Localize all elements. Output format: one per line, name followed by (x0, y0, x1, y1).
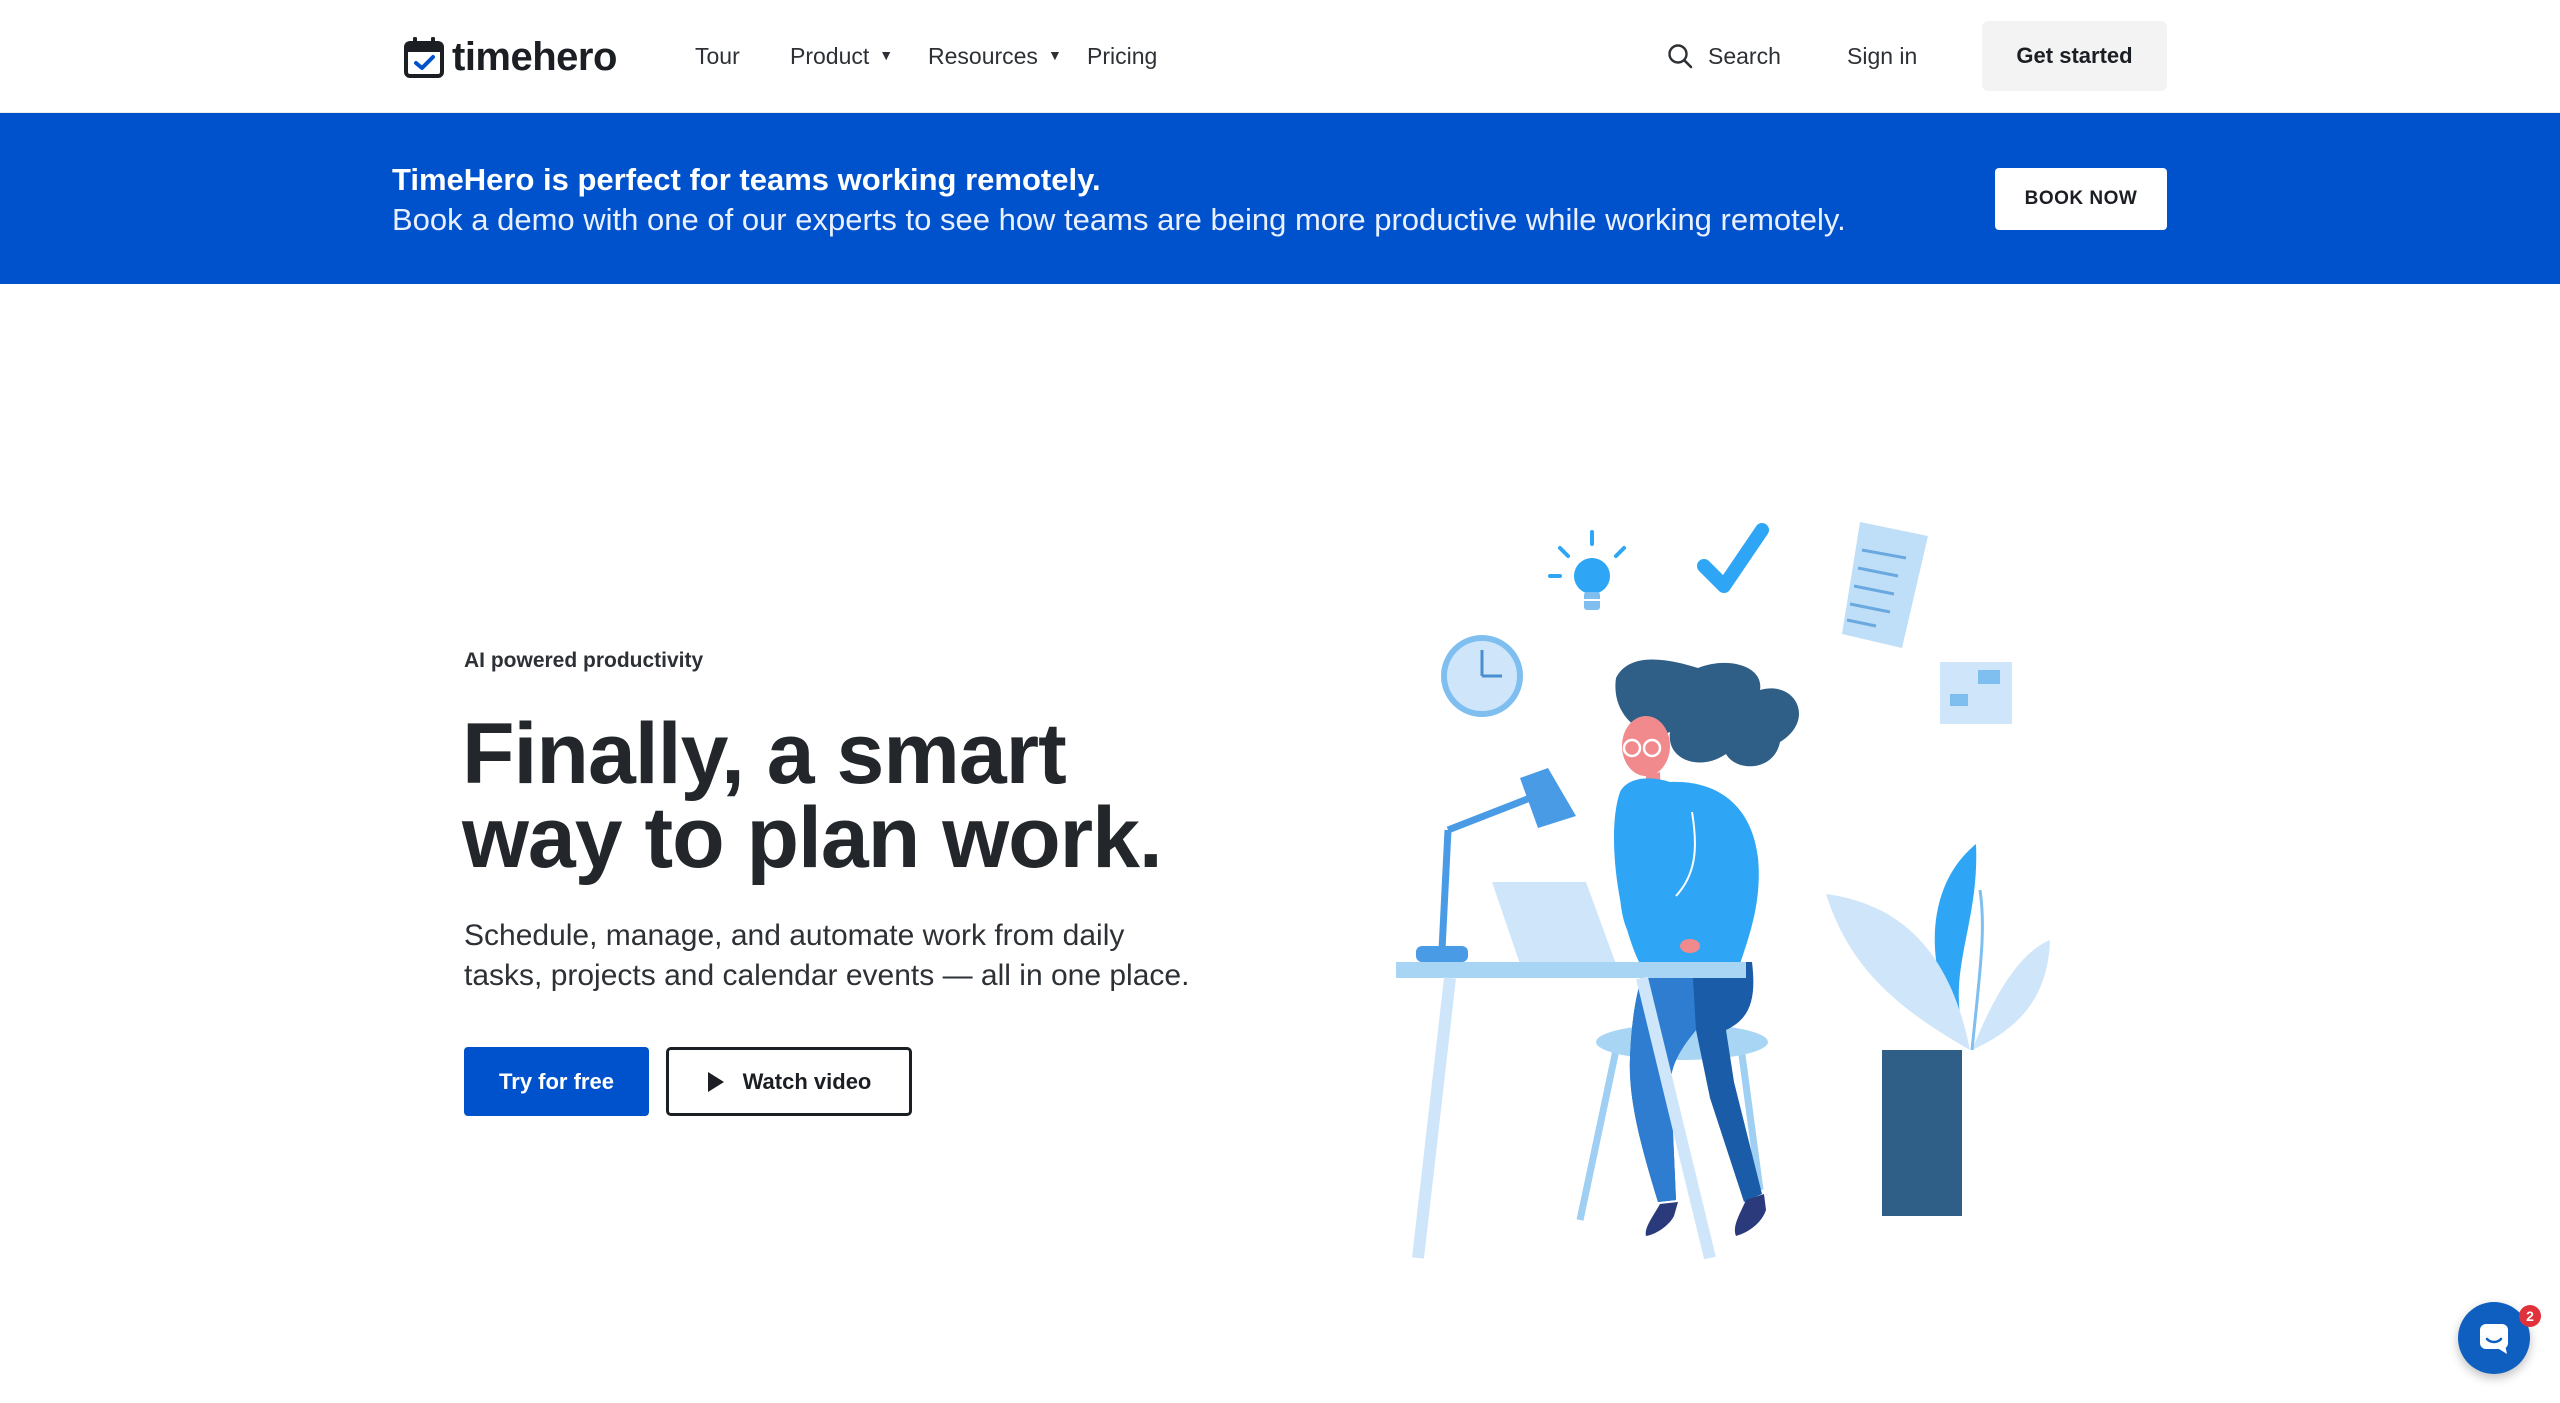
sign-in-link[interactable]: Sign in (1847, 40, 1917, 72)
potted-plant (1826, 844, 2050, 1216)
watch-video-button[interactable]: Watch video (666, 1047, 912, 1116)
nav-item-resources[interactable]: Resources ▼ (928, 40, 1062, 72)
chat-notification-badge: 2 (2519, 1305, 2541, 1327)
watch-video-label: Watch video (742, 1068, 872, 1094)
laptop (1492, 882, 1616, 964)
desk (1396, 962, 1746, 978)
caret-down-icon: ▼ (879, 47, 894, 63)
subtext-line: tasks, projects and calendar events — al… (464, 959, 1190, 992)
hero-headline: Finally, a smart way to plan work. (462, 706, 1222, 886)
logo-wordmark: timehero (452, 35, 617, 79)
nav-item-label: Tour (695, 43, 740, 69)
card-icon (1940, 662, 2012, 724)
nav-item-label: Pricing (1087, 43, 1158, 69)
banner-title: TimeHero is perfect for teams working re… (392, 162, 1101, 197)
nav-item-tour[interactable]: Tour (695, 40, 740, 72)
lightbulb-icon (1548, 530, 1626, 610)
chat-bubble-icon (2480, 1324, 2508, 1354)
headline-line: way to plan work. (462, 790, 1163, 886)
calendar-check-icon (404, 37, 444, 78)
banner-subtitle: Book a demo with one of our experts to s… (392, 202, 1846, 237)
nav-item-product[interactable]: Product ▼ (790, 40, 893, 72)
try-for-free-button[interactable]: Try for free (464, 1047, 649, 1116)
headline-line: Finally, a smart (462, 706, 1067, 802)
get-started-button[interactable]: Get started (1982, 21, 2167, 91)
top-navigation: timehero Tour Product ▼ Resources ▼ Pric… (0, 0, 2560, 113)
search-button[interactable]: Search (1666, 40, 1781, 72)
caret-down-icon: ▼ (1047, 47, 1062, 63)
nav-item-pricing[interactable]: Pricing (1087, 40, 1157, 72)
hero-subtext: Schedule, manage, and automate work from… (464, 916, 1204, 996)
timehero-logo[interactable]: timehero (404, 33, 617, 81)
woman-working-at-desk-illustration (1396, 522, 2050, 1260)
search-icon (1668, 44, 1693, 69)
play-icon (707, 1071, 724, 1092)
nav-item-label: Resources (928, 43, 1038, 69)
search-label: Search (1708, 43, 1781, 69)
hero-eyebrow: AI powered productivity (464, 649, 704, 672)
subtext-line: Schedule, manage, and automate work from… (464, 919, 1125, 952)
document-icon (1842, 522, 1928, 648)
book-now-button[interactable]: BOOK NOW (1995, 168, 2167, 230)
nav-item-label: Product (790, 43, 870, 69)
remote-teams-banner: TimeHero is perfect for teams working re… (0, 113, 2560, 284)
clock-icon (1441, 635, 1523, 717)
check-mark-icon (1697, 523, 1769, 593)
